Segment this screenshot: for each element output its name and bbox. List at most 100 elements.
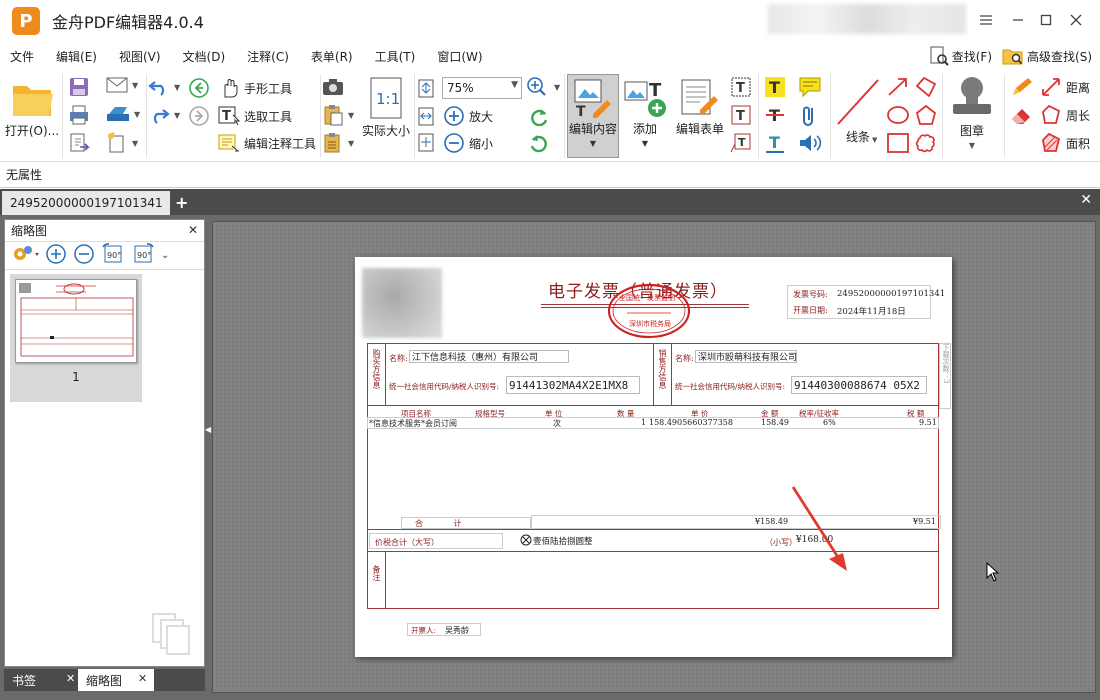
back-button[interactable] (188, 77, 210, 99)
chevron-down-icon[interactable]: ▼ (132, 139, 138, 148)
close-icon[interactable] (1066, 10, 1086, 30)
double-chevron-down-icon[interactable]: ⌄ (161, 250, 169, 261)
polygon-line-tool[interactable] (914, 76, 938, 98)
rotate-cw-button[interactable] (528, 106, 550, 128)
snapshot-button[interactable] (322, 78, 344, 96)
zoom-out-thumb-icon[interactable] (73, 243, 95, 268)
rotate-ccw-button[interactable] (528, 132, 550, 154)
find-button[interactable]: 查找(F) (929, 46, 992, 66)
cloud-tool[interactable] (914, 132, 938, 154)
fit-width-button[interactable] (416, 106, 436, 126)
rectangle-tool[interactable] (886, 132, 910, 154)
export-button[interactable] (68, 132, 90, 154)
menu-comment[interactable]: 注释(C) (237, 48, 301, 65)
chevron-down-icon[interactable]: ▼ (590, 139, 596, 148)
chevron-down-icon[interactable]: ▼ (872, 136, 877, 144)
minimize-icon[interactable] (1008, 10, 1028, 30)
add-tab-icon[interactable]: + (175, 193, 188, 212)
fit-visible-button[interactable] (416, 132, 436, 152)
zoom-out-button[interactable]: 缩小 (443, 132, 493, 154)
redo-button[interactable]: ▼ (148, 106, 180, 124)
ellipse-tool[interactable] (886, 104, 910, 126)
menu-tools[interactable]: 工具(T) (365, 48, 428, 65)
menu-window[interactable]: 窗口(W) (427, 48, 494, 65)
chevron-down-icon[interactable]: ▼ (174, 111, 180, 120)
buyer-tax-field[interactable]: 91441302MA4X2E1MX8 (506, 376, 640, 394)
underline-tool[interactable]: T (764, 132, 786, 154)
chevron-down-icon[interactable]: ▼ (511, 80, 518, 90)
forward-button[interactable] (188, 105, 210, 127)
close-icon[interactable]: ✕ (188, 223, 198, 237)
gear-icon[interactable] (11, 244, 39, 267)
print-button[interactable] (68, 104, 90, 126)
menu-file[interactable]: 文件 (0, 48, 46, 65)
arrow-tool[interactable] (886, 76, 910, 98)
menu-document[interactable]: 文档(D) (173, 48, 238, 65)
menu-edit[interactable]: 编辑(E) (46, 48, 109, 65)
document-canvas[interactable]: 电子发票（普通发票） 全国统一发票监制 深圳市税务局 发票号码: 2495200… (212, 221, 1096, 693)
clipboard-list-button[interactable]: ▼ (322, 132, 354, 154)
polygon-tool[interactable] (914, 104, 938, 126)
thumbnail-page-1[interactable]: 1 (10, 274, 142, 402)
hand-tool-button[interactable]: 手形工具 (218, 77, 292, 99)
lines-button[interactable] (832, 76, 882, 128)
chevron-down-icon[interactable]: ▼ (969, 141, 975, 150)
advanced-find-button[interactable]: 高级查找(S) (1002, 46, 1092, 66)
chevron-down-icon[interactable]: ▼ (554, 83, 560, 92)
maximize-icon[interactable] (1036, 10, 1056, 30)
menu-form[interactable]: 表单(R) (301, 48, 365, 65)
open-button[interactable]: 打开(O)... (4, 78, 60, 139)
stamp-button[interactable]: 图章 ▼ (946, 74, 998, 150)
chevron-down-icon[interactable]: ▼ (134, 110, 140, 119)
add-button[interactable]: T 添加 ▼ (622, 78, 668, 148)
red-arrow-annotation[interactable] (785, 483, 855, 575)
seller-name-field[interactable]: 深圳市殴萌科技有限公司 (695, 350, 797, 363)
seller-tax-field[interactable]: 91440300088674 05X2 (791, 376, 927, 394)
zoom-select[interactable]: 75% ▼ (442, 77, 522, 99)
text-box-tool[interactable]: T (730, 104, 752, 126)
new-doc-button[interactable]: ▼ (106, 132, 138, 154)
edit-form-button[interactable]: 编辑表单 (674, 78, 726, 137)
paste-button[interactable]: ▼ (322, 104, 354, 126)
strikeout-tool[interactable]: T (764, 104, 786, 126)
close-icon[interactable]: ✕ (66, 672, 75, 685)
fit-page-button[interactable] (416, 78, 436, 98)
magnifier-button[interactable]: ▼ (526, 76, 560, 98)
buyer-name-field[interactable]: 江下信息科技（惠州）有限公司 (409, 350, 569, 363)
highlight-tool[interactable]: T (764, 76, 786, 98)
zoom-in-thumb-icon[interactable] (45, 243, 67, 268)
close-document-icon[interactable]: ✕ (1080, 192, 1092, 208)
callout-tool[interactable]: T (730, 132, 752, 154)
actual-size-button[interactable]: 1:1 实际大小 (362, 76, 410, 139)
attach-tool[interactable] (800, 104, 820, 128)
save-button[interactable] (68, 76, 90, 98)
pdf-page[interactable]: 电子发票（普通发票） 全国统一发票监制 深圳市税务局 发票号码: 2495200… (355, 257, 952, 657)
document-tab[interactable]: 24952000000197101341 (2, 191, 170, 215)
area-tool[interactable]: 面积 (1040, 132, 1090, 154)
text-field-tool[interactable]: T (730, 76, 752, 98)
chevron-down-icon[interactable]: ▼ (348, 111, 354, 120)
perimeter-tool[interactable]: 周长 (1040, 104, 1090, 126)
note-tool[interactable] (798, 76, 822, 98)
rotate-right-90-icon[interactable]: 90° (131, 243, 155, 268)
edit-content-button[interactable]: T 编辑内容 ▼ (569, 78, 617, 148)
distance-tool[interactable]: 距离 (1040, 76, 1090, 98)
menu-view[interactable]: 视图(V) (109, 48, 173, 65)
sound-tool[interactable] (798, 132, 822, 154)
chevron-down-icon[interactable]: ▼ (174, 83, 180, 92)
edit-annot-tool-button[interactable]: 编辑注释工具 (218, 132, 316, 154)
close-icon[interactable]: ✕ (138, 672, 147, 685)
email-button[interactable]: ▼ (106, 76, 138, 94)
chevron-down-icon[interactable]: ▼ (642, 139, 648, 148)
select-tool-button[interactable]: T 选取工具 (218, 105, 292, 127)
menu-icon[interactable] (976, 10, 996, 30)
panel-splitter-handle[interactable]: ◀ (205, 425, 211, 455)
chevron-down-icon[interactable]: ▼ (132, 81, 138, 90)
zoom-in-button[interactable]: 放大 (443, 105, 493, 127)
chevron-down-icon[interactable]: ▼ (348, 139, 354, 148)
scan-button[interactable]: ▼ (106, 104, 140, 124)
pencil-tool[interactable] (1010, 76, 1034, 98)
eraser-tool[interactable] (1010, 104, 1034, 126)
rotate-left-90-icon[interactable]: 90° (101, 243, 125, 268)
undo-button[interactable]: ▼ (148, 78, 180, 96)
